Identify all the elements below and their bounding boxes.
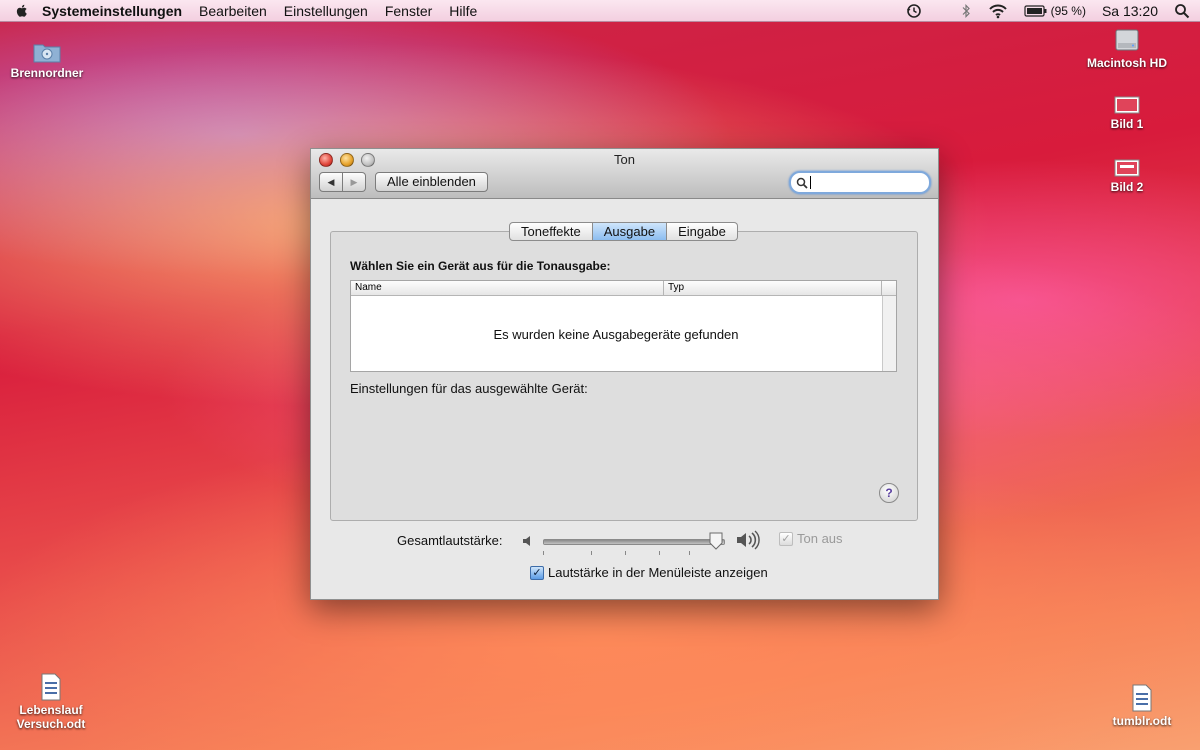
desktop-icon-tumblr[interactable]: tumblr.odt <box>1100 684 1184 728</box>
hard-drive-icon <box>1115 29 1139 51</box>
speaker-high-icon <box>737 530 760 550</box>
menu-extras: (95 %) Sa 13:20 <box>890 0 1200 21</box>
menu-fenster[interactable]: Fenster <box>385 3 432 19</box>
search-icon <box>796 177 808 189</box>
volume-tick <box>543 551 544 555</box>
volume-slider-thumb[interactable] <box>709 532 723 550</box>
table-scrollbar[interactable] <box>882 296 896 371</box>
volume-tick <box>591 551 592 555</box>
desktop-icon-label-line2: Versuch.odt <box>16 717 86 731</box>
desktop-icon-label: Macintosh HD <box>1086 56 1167 70</box>
spotlight-icon[interactable] <box>1174 3 1190 19</box>
table-header: Name Typ <box>351 281 896 296</box>
menu-clock[interactable]: Sa 13:20 <box>1102 3 1158 19</box>
bluetooth-icon[interactable] <box>960 3 972 19</box>
search-field[interactable] <box>789 171 931 194</box>
sound-preferences-window: Ton ◀ ▶ Alle einblenden Toneffekte Ausga… <box>310 148 939 600</box>
mute-label: Ton aus <box>797 531 843 546</box>
time-machine-icon[interactable] <box>906 3 922 19</box>
menu-hilfe[interactable]: Hilfe <box>449 3 477 19</box>
mute-checkbox[interactable]: ✓ Ton aus <box>779 531 843 546</box>
volume-slider-fill <box>544 540 717 544</box>
desktop-icon-burn-folder[interactable]: Brennordner <box>6 40 88 80</box>
device-settings-label: Einstellungen für das ausgewählte Gerät: <box>350 381 588 396</box>
back-button[interactable]: ◀ <box>319 172 343 192</box>
battery-icon <box>1023 4 1047 17</box>
volume-tick <box>625 551 626 555</box>
desktop-icon-bild-1[interactable]: Bild 1 <box>1097 95 1157 131</box>
volume-tick <box>689 551 690 555</box>
output-volume-label: Gesamtlautstärke: <box>397 533 503 548</box>
text-cursor <box>810 176 811 189</box>
column-divider <box>663 281 664 295</box>
menu-einstellungen[interactable]: Einstellungen <box>284 3 368 19</box>
volume-tick <box>659 551 660 555</box>
show-volume-in-menubar-checkbox[interactable]: ✓ Lautstärke in der Menüleiste anzeigen <box>530 565 768 580</box>
battery-status[interactable]: (95 %) <box>1023 3 1086 18</box>
tab-toneffekte[interactable]: Toneffekte <box>509 222 593 241</box>
desktop-icon-label: Bild 2 <box>1110 180 1144 194</box>
menu-bar: Systemeinstellungen Bearbeiten Einstellu… <box>0 0 1200 22</box>
back-forward-control: ◀ ▶ <box>319 172 366 192</box>
desktop-icon-bild-2[interactable]: Bild 2 <box>1097 158 1157 194</box>
image-file-icon <box>1114 159 1140 177</box>
image-file-icon <box>1114 96 1140 114</box>
burn-folder-icon <box>33 44 61 63</box>
column-divider <box>881 281 882 295</box>
column-header-type[interactable]: Typ <box>668 282 684 293</box>
mute-checkbox-box[interactable]: ✓ <box>779 531 793 546</box>
empty-table-message: Es wurden keine Ausgabegeräte gefunden <box>493 327 739 342</box>
document-icon <box>1132 684 1152 712</box>
speaker-low-icon <box>523 536 530 546</box>
tab-panel <box>330 231 918 521</box>
tab-eingabe[interactable]: Eingabe <box>667 222 738 241</box>
desktop-icon-macintosh-hd[interactable]: Macintosh HD <box>1082 26 1172 70</box>
document-icon <box>41 673 61 701</box>
desktop-icon-lebenslauf[interactable]: Lebenslauf Versuch.odt <box>8 673 94 731</box>
volume-slider-track[interactable] <box>543 539 725 545</box>
show-volume-label: Lautstärke in der Menüleiste anzeigen <box>548 565 768 580</box>
show-volume-checkbox-box[interactable]: ✓ <box>530 565 544 580</box>
battery-percent: (95 %) <box>1050 3 1086 18</box>
window-toolbar: Ton ◀ ▶ Alle einblenden <box>311 149 938 199</box>
desktop-icon-label: tumblr.odt <box>1112 714 1172 728</box>
output-device-heading: Wählen Sie ein Gerät aus für die Tonausg… <box>350 259 611 273</box>
apple-icon[interactable] <box>14 3 30 19</box>
desktop-icon-label: Brennordner <box>10 66 84 80</box>
arrow-right-icon: ▶ <box>350 176 358 187</box>
output-device-table[interactable]: Name Typ Es wurden keine Ausgabegeräte g… <box>350 280 897 372</box>
help-button[interactable]: ? <box>879 483 899 503</box>
arrow-left-icon: ◀ <box>327 176 335 187</box>
desktop-icon-label-line1: Lebenslauf <box>19 703 83 717</box>
tab-bar: Toneffekte Ausgabe Eingabe <box>509 222 738 241</box>
desktop-icon-label: Bild 1 <box>1110 117 1144 131</box>
menu-app-name[interactable]: Systemeinstellungen <box>42 3 182 19</box>
wifi-icon[interactable] <box>988 3 1008 19</box>
column-header-name[interactable]: Name <box>355 282 382 293</box>
tab-ausgabe[interactable]: Ausgabe <box>592 222 668 241</box>
forward-button[interactable]: ▶ <box>343 172 366 192</box>
show-all-button[interactable]: Alle einblenden <box>375 172 488 192</box>
menu-bearbeiten[interactable]: Bearbeiten <box>199 3 267 19</box>
window-title: Ton <box>614 152 635 167</box>
